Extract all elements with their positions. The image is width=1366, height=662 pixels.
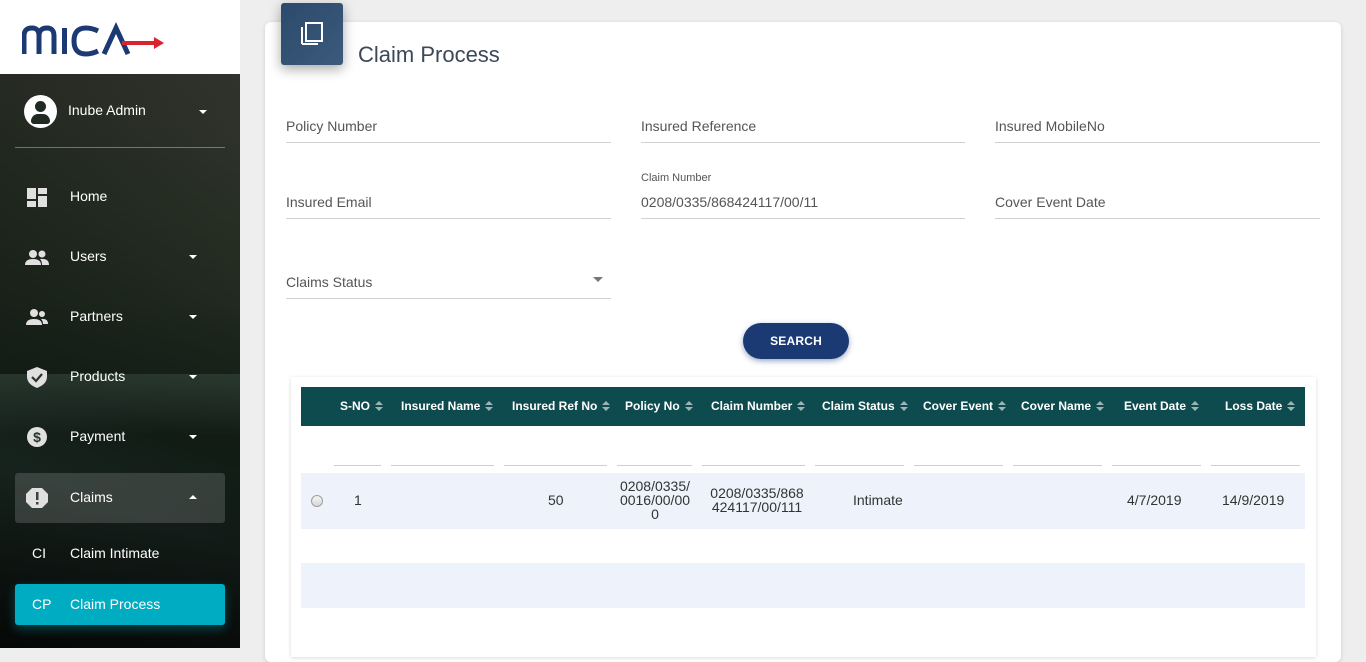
chevron-down-icon [199, 110, 207, 114]
column-header-insured-name[interactable]: Insured Name [401, 387, 494, 426]
filter-claim-status-input[interactable] [815, 465, 904, 466]
sort-icon [797, 400, 806, 411]
column-header-loss-date[interactable]: Loss Date [1225, 387, 1296, 426]
alert-circle-icon [26, 488, 48, 508]
sidebar-divider [15, 147, 225, 148]
column-header-claim-status[interactable]: Claim Status [822, 387, 908, 426]
cell-policy-no: 0208/0335/ 0016/00/00 0 [619, 478, 691, 522]
page-title: Claim Process [358, 42, 500, 67]
sidebar-item-label: Claims [70, 489, 113, 505]
sidebar-item-payment[interactable]: $ Payment [15, 412, 225, 462]
sort-icon [485, 400, 494, 411]
shield-check-icon [27, 367, 47, 388]
logo-area [0, 0, 240, 74]
column-header-event-date[interactable]: Event Date [1124, 387, 1200, 426]
sidebar-item-label: Payment [70, 428, 126, 444]
cell-claim-status: Intimate [853, 492, 903, 508]
mica-logo [22, 22, 164, 57]
cell-sno: 1 [354, 492, 362, 508]
sort-icon [1096, 400, 1105, 411]
insured-email-placeholder: Insured Email [286, 194, 372, 210]
claim-number-field[interactable]: Claim Number 0208/0335/868424117/00/11 [641, 172, 965, 219]
cell-event-date: 4/7/2019 [1127, 492, 1182, 508]
table-header: S-NO Insured Name Insured Ref No Policy … [301, 387, 1305, 426]
users-icon [25, 250, 49, 265]
insured-mobile-field[interactable]: Insured MobileNo [995, 101, 1320, 143]
user-menu[interactable]: Inube Admin [0, 90, 240, 132]
search-button[interactable]: SEARCH [743, 323, 849, 359]
filter-claim-number-input[interactable] [702, 465, 805, 466]
sidebar-item-label: Users [70, 248, 107, 264]
sidebar-item-home[interactable]: Home [15, 172, 225, 222]
svg-text:$: $ [33, 429, 41, 445]
sort-icon [375, 400, 383, 411]
filter-cover-name-input[interactable] [1013, 465, 1102, 466]
chevron-down-icon [189, 255, 197, 259]
sort-icon [1287, 400, 1296, 411]
sidebar-item-products[interactable]: Products [15, 352, 225, 402]
column-header-cover-event[interactable]: Cover Event [923, 387, 1007, 426]
sidebar-item-label: Home [70, 188, 108, 204]
claims-status-select[interactable]: Claims Status [286, 257, 611, 299]
sidebar-item-claims[interactable]: Claims [15, 473, 225, 523]
sort-icon [899, 400, 908, 411]
column-header-claim-number[interactable]: Claim Number [711, 387, 806, 426]
card-header-icon [281, 3, 343, 65]
sidebar-item-partners[interactable]: Partners [15, 292, 225, 342]
subitem-label: Claim Process [70, 596, 161, 612]
dollar-circle-icon: $ [27, 427, 47, 447]
insured-email-field[interactable]: Insured Email [286, 177, 611, 219]
sort-icon [602, 400, 611, 411]
cell-loss-date: 14/9/2019 [1222, 492, 1285, 508]
sort-icon [998, 400, 1007, 411]
filter-policy-no-input[interactable] [617, 465, 692, 466]
filter-insured-name-input[interactable] [391, 465, 494, 466]
filter-insured-ref-input[interactable] [504, 465, 607, 466]
row-select-radio[interactable] [311, 495, 323, 507]
sidebar-item-label: Partners [70, 308, 123, 324]
table-row-empty [301, 563, 1305, 608]
cell-insured-ref-no: 50 [548, 492, 564, 508]
dropdown-arrow-icon [593, 277, 603, 282]
cover-event-date-placeholder: Cover Event Date [995, 194, 1106, 210]
filter-cover-event-input[interactable] [914, 465, 1003, 466]
partners-icon [26, 309, 48, 325]
copy-icon [301, 22, 323, 45]
claim-number-value: 0208/0335/868424117/00/11 [641, 194, 818, 210]
column-header-policy-no[interactable]: Policy No [625, 387, 693, 426]
subitem-abbr: CP [32, 596, 52, 612]
subitem-label: Claim Intimate [70, 545, 160, 561]
filter-event-date-input[interactable] [1112, 465, 1201, 466]
insured-mobile-placeholder: Insured MobileNo [995, 118, 1105, 134]
sidebar-item-users[interactable]: Users [15, 232, 225, 282]
cell-claim-number: 0208/0335/868 424117/00/111 [710, 485, 804, 515]
insured-reference-placeholder: Insured Reference [641, 118, 757, 134]
chevron-up-icon [189, 495, 197, 499]
cover-event-date-field[interactable]: Cover Event Date [995, 177, 1320, 219]
column-header-sno[interactable]: S-NO [340, 387, 383, 426]
sort-icon [684, 400, 693, 411]
dashboard-icon [27, 188, 47, 207]
avatar-icon [24, 95, 57, 128]
subitem-abbr: CI [32, 545, 46, 561]
column-header-cover-name[interactable]: Cover Name [1021, 387, 1105, 426]
insured-reference-field[interactable]: Insured Reference [641, 101, 965, 143]
sidebar-subitem-claim-intimate[interactable]: CI Claim Intimate [15, 533, 225, 574]
table-row[interactable]: 1 50 0208/0335/ 0016/00/00 0 0208/0335/8… [301, 473, 1305, 529]
chevron-down-icon [189, 435, 197, 439]
policy-number-placeholder: Policy Number [286, 118, 378, 134]
chevron-down-icon [189, 375, 197, 379]
column-header-insured-ref-no[interactable]: Insured Ref No [512, 387, 611, 426]
sort-icon [1191, 400, 1200, 411]
filter-loss-date-input[interactable] [1211, 465, 1300, 466]
policy-number-field[interactable]: Policy Number [286, 101, 611, 143]
filter-sno-input[interactable] [334, 465, 381, 466]
sidebar: Inube Admin Home Users Partners Products… [0, 0, 240, 648]
claim-number-label: Claim Number [641, 172, 712, 184]
claims-status-placeholder: Claims Status [286, 274, 373, 290]
user-name: Inube Admin [68, 102, 146, 118]
sidebar-subitem-claim-process[interactable]: CP Claim Process [15, 584, 225, 625]
chevron-down-icon [189, 315, 197, 319]
sidebar-item-label: Products [70, 368, 126, 384]
